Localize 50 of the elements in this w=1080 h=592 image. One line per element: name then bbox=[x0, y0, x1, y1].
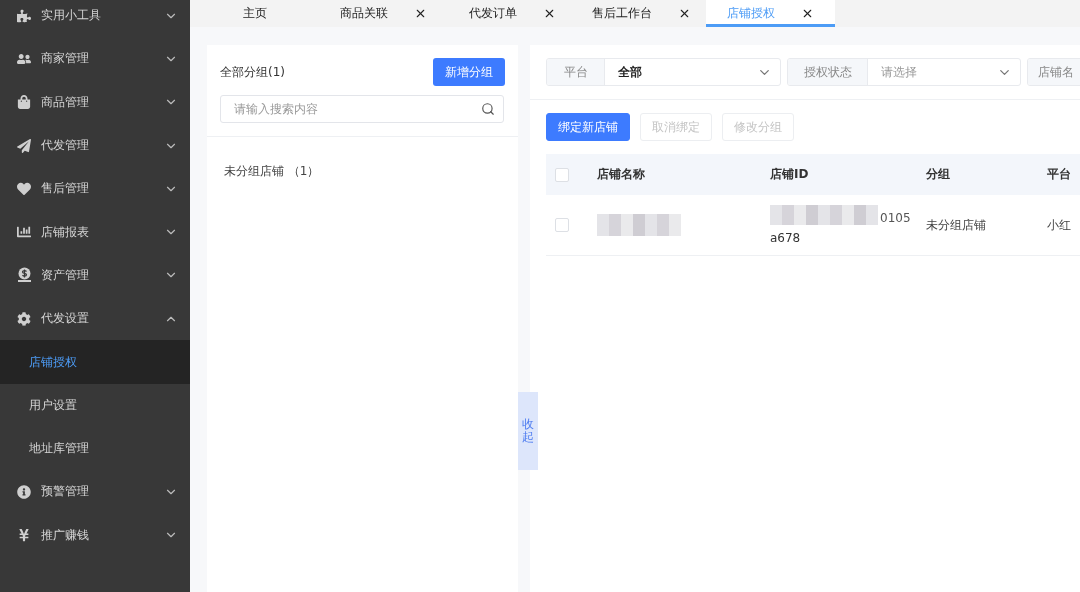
close-icon[interactable] bbox=[414, 7, 427, 20]
column-header: 平台 bbox=[1047, 154, 1080, 195]
tab[interactable]: 代发订单 bbox=[448, 0, 577, 27]
bar-chart-icon bbox=[17, 225, 31, 240]
sidebar-subitem[interactable]: 用户设置 bbox=[0, 383, 190, 427]
sidebar-item[interactable]: 商家管理 bbox=[0, 37, 190, 81]
group-item[interactable]: 未分组店铺 （1） bbox=[207, 137, 518, 206]
column-header: 店铺ID bbox=[770, 154, 926, 195]
sidebar-item[interactable]: 代发设置 bbox=[0, 297, 190, 341]
table-cell: 0105 bbox=[880, 211, 911, 225]
sidebar-item[interactable]: 预警管理 bbox=[0, 470, 190, 514]
sidebar-item[interactable]: 推广赚钱 bbox=[0, 513, 190, 557]
sidebar-subitem[interactable]: 店铺授权 bbox=[0, 340, 190, 384]
close-icon[interactable] bbox=[543, 7, 556, 20]
yen-icon bbox=[17, 528, 31, 543]
sidebar-item[interactable]: 店铺报表 bbox=[0, 210, 190, 254]
info-icon bbox=[17, 484, 31, 499]
action-button[interactable]: 绑定新店铺 bbox=[546, 113, 630, 141]
paper-plane-icon bbox=[17, 138, 31, 153]
puzzle-icon bbox=[17, 8, 31, 23]
table-cell: 未分组店铺 bbox=[926, 195, 1047, 256]
column-header: 店铺名称 bbox=[597, 154, 770, 195]
table-cell: 小红 bbox=[1047, 195, 1080, 256]
close-icon[interactable] bbox=[678, 7, 691, 20]
checkbox[interactable] bbox=[555, 167, 569, 182]
settings-icon bbox=[17, 311, 31, 326]
tab[interactable]: 商品关联 bbox=[319, 0, 448, 27]
users-icon bbox=[17, 51, 31, 66]
checkbox[interactable] bbox=[555, 218, 569, 232]
search-field[interactable]: 请输入搜索内容 bbox=[220, 95, 504, 123]
sidebar-subitem[interactable]: 地址库管理 bbox=[0, 426, 190, 471]
panel-title: 全部分组(1) bbox=[220, 63, 285, 81]
filter-field[interactable]: 授权状态 请选择 bbox=[787, 58, 1021, 86]
filter-field[interactable]: 平台 全部 bbox=[546, 58, 781, 86]
column-header: 分组 bbox=[926, 154, 1047, 195]
heart-icon bbox=[17, 181, 31, 196]
tab[interactable]: 售后工作台 bbox=[577, 0, 706, 27]
bag-icon bbox=[17, 95, 31, 110]
sidebar-item[interactable]: 资产管理 bbox=[0, 253, 190, 298]
close-icon[interactable] bbox=[801, 7, 814, 20]
table-cell-text: a678 bbox=[770, 231, 802, 245]
sidebar-item[interactable]: 代发管理 bbox=[0, 123, 190, 168]
sidebar-item[interactable]: 实用小工具 bbox=[0, 0, 190, 38]
sidebar-item[interactable]: 商品管理 bbox=[0, 80, 190, 124]
coin-icon bbox=[16, 267, 32, 284]
add-group-button[interactable]: 新增分组 bbox=[433, 58, 505, 86]
sidebar-item[interactable]: 售后管理 bbox=[0, 167, 190, 211]
filter-field[interactable]: 店铺名 bbox=[1027, 58, 1080, 86]
tab[interactable]: 主页 bbox=[190, 0, 319, 27]
search-icon[interactable] bbox=[481, 102, 495, 116]
